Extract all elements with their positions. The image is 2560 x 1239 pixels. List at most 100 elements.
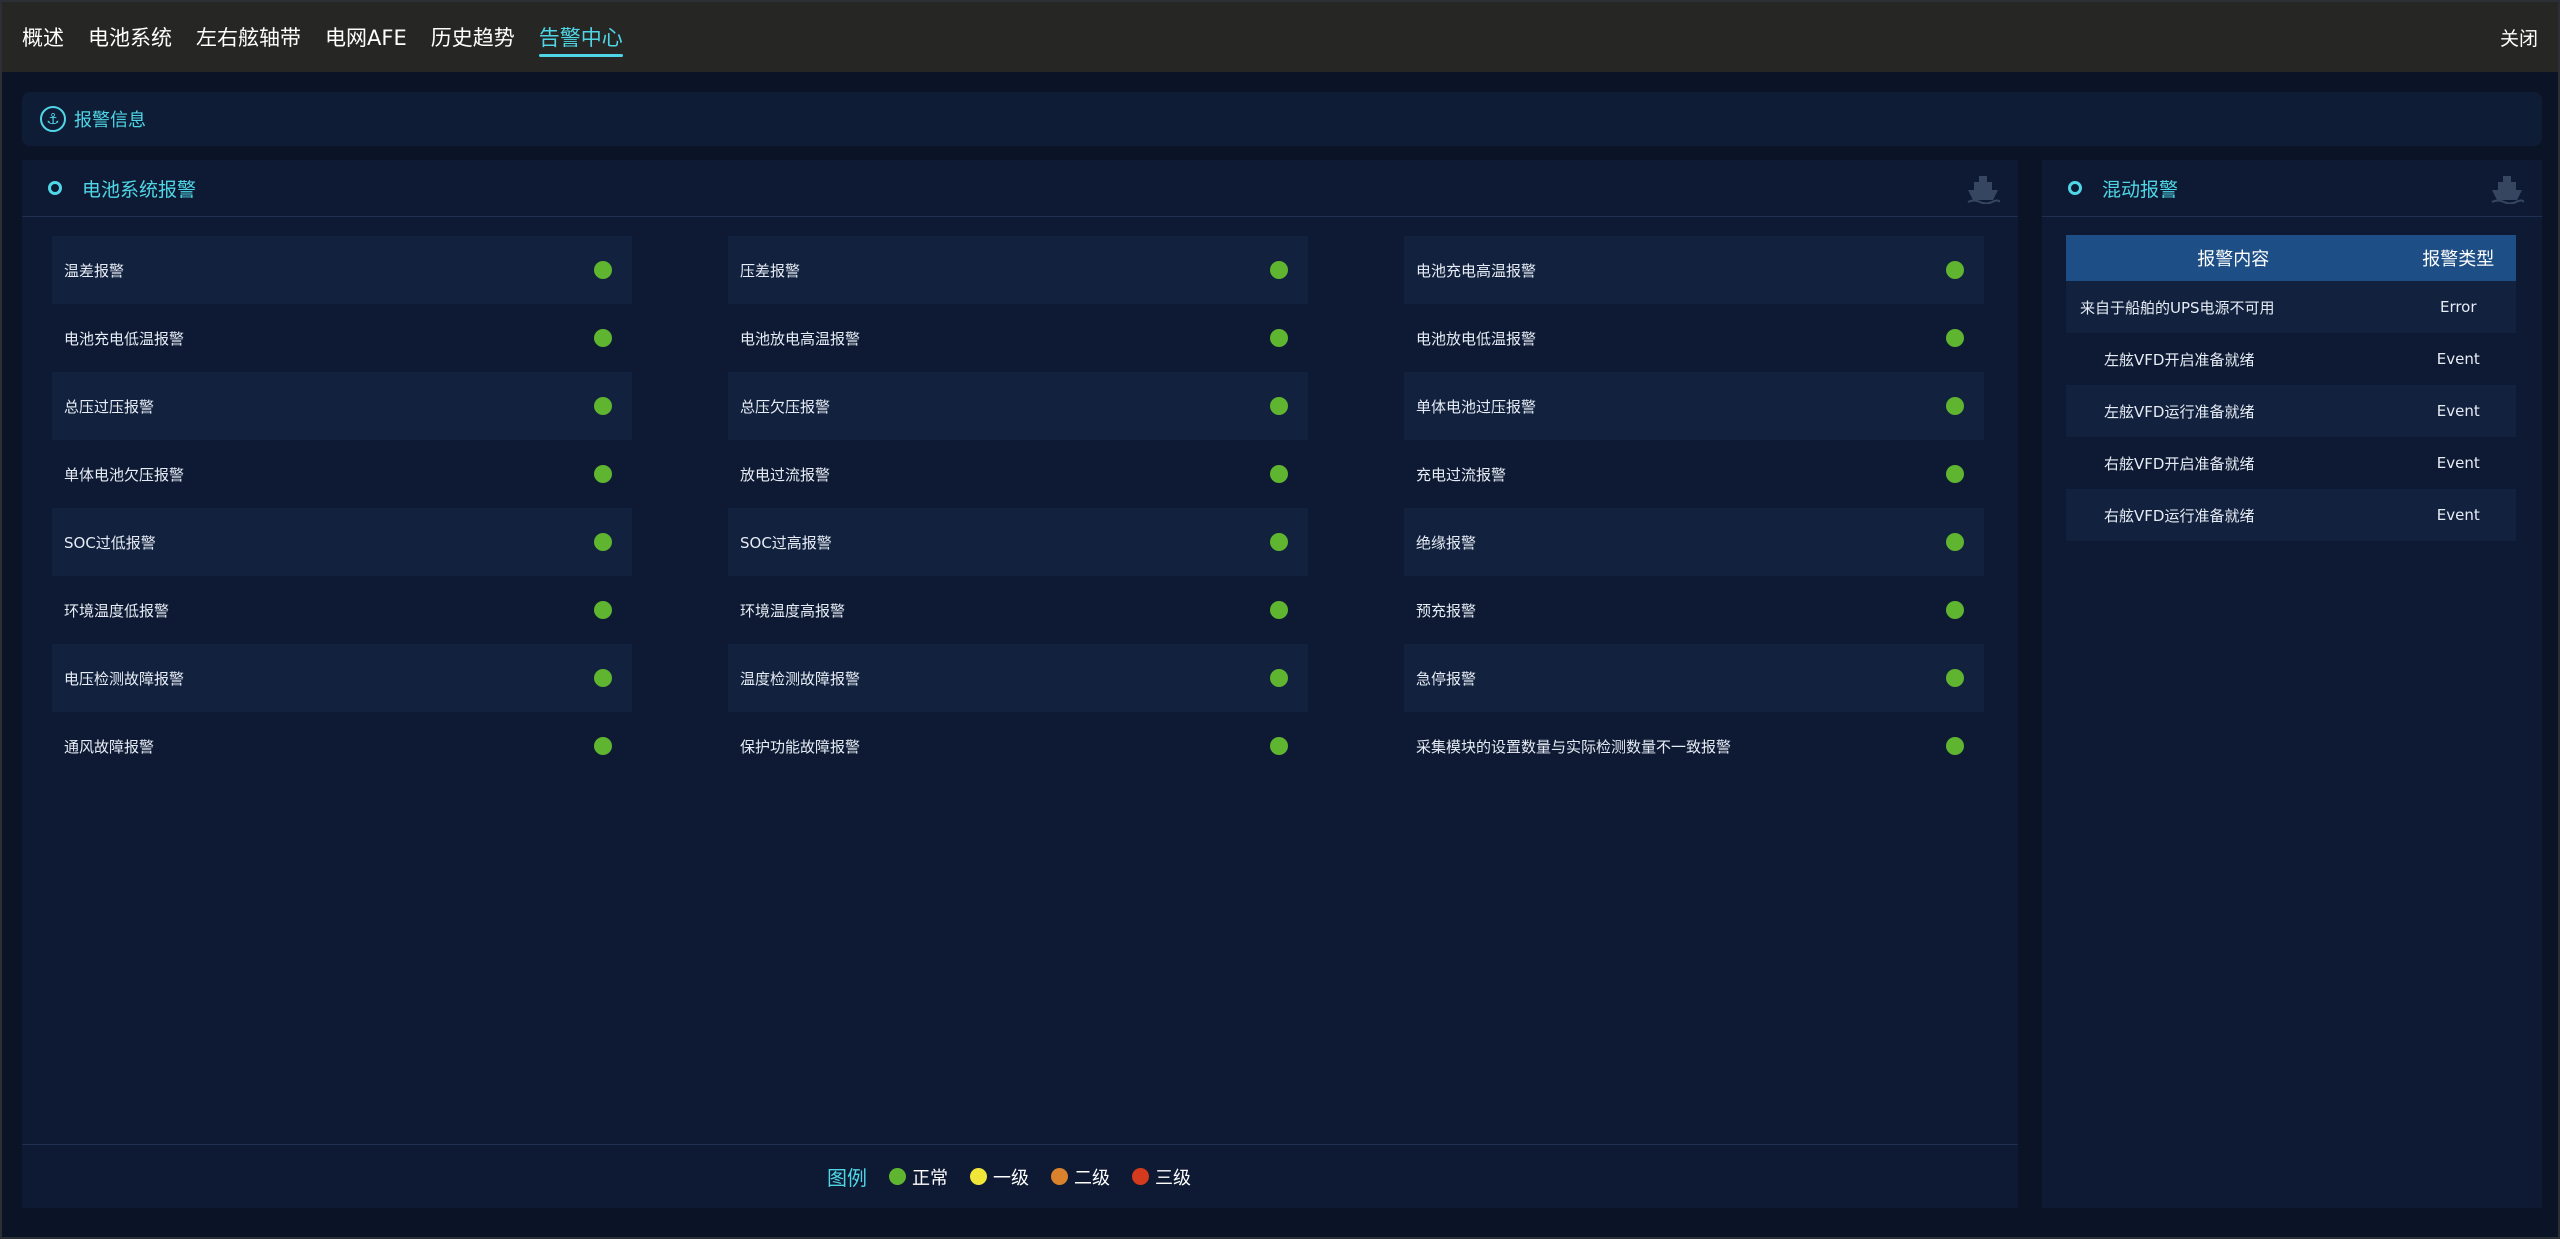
alarm-item: 单体电池过压报警: [1404, 372, 1984, 440]
close-button[interactable]: 关闭: [2500, 2, 2538, 72]
legend-entry: 三级: [1132, 1164, 1191, 1190]
alarm-label: 预充报警: [1416, 601, 1477, 620]
alarm-item: 绝缘报警: [1404, 508, 1984, 576]
alarm-item: 单体电池欠压报警: [52, 440, 632, 508]
table-header-row: 报警内容 报警类型: [2066, 235, 2516, 281]
alarm-content-cell: 右舷VFD开启准备就绪: [2104, 454, 2255, 473]
column-header-content: 报警内容: [2066, 235, 2401, 281]
alarm-item: 压差报警: [728, 236, 1308, 304]
alarm-label: 环境温度低报警: [64, 601, 170, 620]
legend-entry: 二级: [1051, 1164, 1110, 1190]
status-indicator: [594, 737, 612, 755]
ring-icon: [48, 181, 62, 195]
alarm-label: 急停报警: [1416, 669, 1477, 688]
table-row: 左舷VFD开启准备就绪 Event: [2066, 333, 2516, 385]
legend: 图例 正常 一级 二级 三级: [22, 1144, 2018, 1208]
mixed-panel-header: 混动报警: [2042, 160, 2542, 217]
alarm-label: 电池放电低温报警: [1416, 329, 1537, 348]
legend-dot: [970, 1168, 987, 1185]
column-header-type: 报警类型: [2400, 235, 2516, 281]
alarm-label: 采集模块的设置数量与实际检测数量不一致报警: [1416, 737, 1732, 756]
status-indicator: [1270, 533, 1288, 551]
alarm-item: 温差报警: [52, 236, 632, 304]
alarm-item: 急停报警: [1404, 644, 1984, 712]
status-indicator: [1270, 737, 1288, 755]
status-indicator: [1946, 465, 1964, 483]
alarm-item: 环境温度低报警: [52, 576, 632, 644]
status-indicator: [1946, 533, 1964, 551]
alarm-label: 总压过压报警: [64, 397, 155, 416]
alarm-label: 通风故障报警: [64, 737, 155, 756]
legend-label: 正常: [912, 1167, 948, 1189]
alarm-content-cell: 左舷VFD运行准备就绪: [2066, 385, 2401, 437]
alarm-item: SOC过低报警: [52, 508, 632, 576]
alarm-item: 放电过流报警: [728, 440, 1308, 508]
status-indicator: [1270, 601, 1288, 619]
legend-dot: [1132, 1168, 1149, 1185]
alarm-item: 采集模块的设置数量与实际检测数量不一致报警: [1404, 712, 1984, 780]
legend-dot: [889, 1168, 906, 1185]
status-indicator: [1270, 669, 1288, 687]
alarm-item: 电池充电低温报警: [52, 304, 632, 372]
alarm-item: 电池充电高温报警: [1404, 236, 1984, 304]
legend-label: 三级: [1155, 1167, 1191, 1189]
alarm-item: 电池放电低温报警: [1404, 304, 1984, 372]
battery-alarm-grid: 温差报警 压差报警 电池充电高温报警电池充电低温报警 电池放电高温报警 电池放电低温报警…: [52, 236, 1988, 780]
status-indicator: [594, 397, 612, 415]
alarm-item: 通风故障报警: [52, 712, 632, 780]
legend-title: 图例: [827, 1166, 867, 1190]
table-row: 来自于船舶的UPS电源不可用 Error: [2066, 281, 2516, 333]
alarm-label: 电池放电高温报警: [740, 329, 861, 348]
tab-5[interactable]: 告警中心: [538, 2, 623, 72]
tab-1[interactable]: 电池系统: [88, 2, 172, 72]
alarm-label: 温度检测故障报警: [740, 669, 861, 688]
status-indicator: [594, 465, 612, 483]
alarm-item: 总压过压报警: [52, 372, 632, 440]
status-indicator: [1946, 329, 1964, 347]
top-nav-bar: 概述 电池系统 左右舷轴带 电网AFE 历史趋势 告警中心 关闭: [2, 2, 2558, 72]
status-indicator: [1946, 601, 1964, 619]
alarm-label: 电池充电高温报警: [1416, 261, 1537, 280]
mixed-panel-title: 混动报警: [2102, 178, 2179, 201]
alarm-type-cell: Event: [2400, 385, 2516, 437]
mixed-alarm-table: 报警内容 报警类型 来自于船舶的UPS电源不可用 Error 左舷VFD开启准备就绪…: [2066, 235, 2516, 541]
status-indicator: [1270, 465, 1288, 483]
status-indicator: [594, 533, 612, 551]
alarm-label: SOC过低报警: [64, 533, 156, 552]
alarm-label: SOC过高报警: [740, 533, 832, 552]
table-row: 右舷VFD开启准备就绪 Event: [2066, 437, 2516, 489]
battery-panel-header: 电池系统报警: [22, 160, 2018, 217]
status-indicator: [594, 669, 612, 687]
status-indicator: [1270, 261, 1288, 279]
alarm-item: 环境温度高报警: [728, 576, 1308, 644]
alarm-item: 预充报警: [1404, 576, 1984, 644]
alarm-item: 充电过流报警: [1404, 440, 1984, 508]
status-indicator: [1270, 397, 1288, 415]
alarm-content-cell: 左舷VFD开启准备就绪: [2104, 350, 2255, 369]
tab-2[interactable]: 左右舷轴带: [196, 2, 301, 72]
legend-entry: 正常: [889, 1164, 948, 1190]
alarm-content-cell: 来自于船舶的UPS电源不可用: [2066, 281, 2401, 333]
alarm-item: 电压检测故障报警: [52, 644, 632, 712]
alarm-label: 绝缘报警: [1416, 533, 1477, 552]
nav-tabs: 概述 电池系统 左右舷轴带 电网AFE 历史趋势 告警中心: [22, 2, 647, 72]
tab-3[interactable]: 电网AFE: [325, 2, 407, 72]
alarm-label: 温差报警: [64, 261, 125, 280]
alarm-type-cell: Error: [2400, 281, 2516, 333]
status-indicator: [1946, 397, 1964, 415]
tab-4[interactable]: 历史趋势: [431, 2, 515, 72]
alarm-type-cell: Event: [2436, 350, 2480, 368]
status-indicator: [1946, 669, 1964, 687]
legend-entry: 一级: [970, 1164, 1029, 1190]
tab-0[interactable]: 概述: [22, 2, 64, 72]
status-indicator: [1946, 737, 1964, 755]
ring-icon: [2068, 181, 2082, 195]
legend-entries: 正常 一级 二级 三级: [889, 1164, 1213, 1190]
alarm-item: SOC过高报警: [728, 508, 1308, 576]
alarm-label: 单体电池欠压报警: [64, 465, 185, 484]
alarm-item: 保护功能故障报警: [728, 712, 1308, 780]
alarm-label: 放电过流报警: [740, 465, 831, 484]
alarm-label: 保护功能故障报警: [740, 737, 861, 756]
alarm-content-cell: 右舷VFD运行准备就绪: [2066, 489, 2401, 541]
alarm-item: 电池放电高温报警: [728, 304, 1308, 372]
